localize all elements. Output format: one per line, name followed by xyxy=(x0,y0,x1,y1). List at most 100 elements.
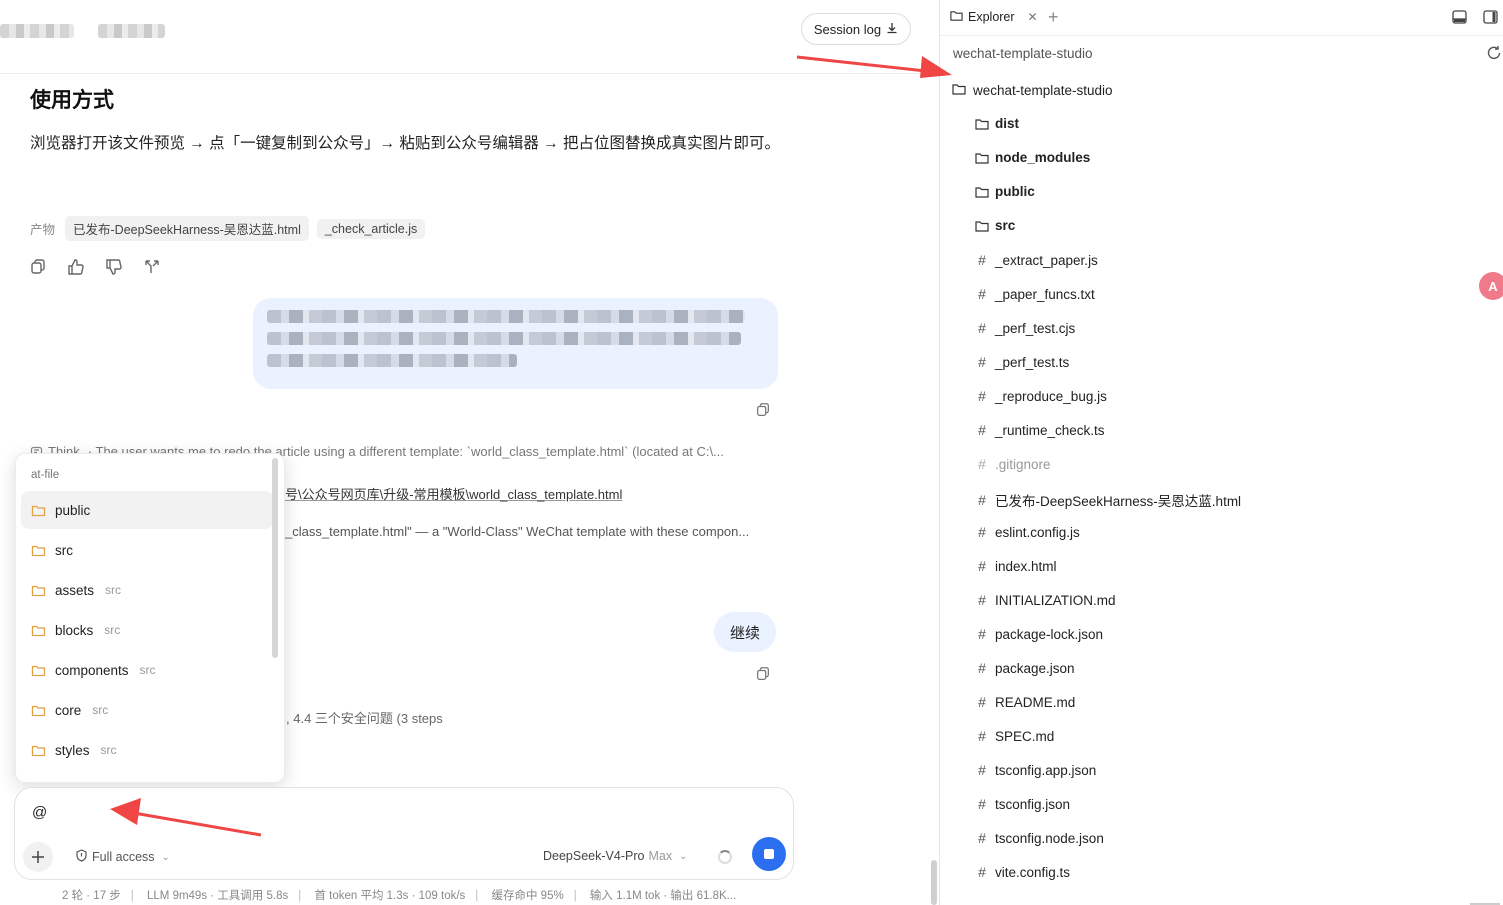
copy-icon[interactable] xyxy=(755,666,771,687)
tree-file[interactable]: # tsconfig.app.json xyxy=(975,762,1096,778)
at-file-item-assets[interactable]: assets src xyxy=(21,571,273,609)
tree-file[interactable]: # _paper_funcs.txt xyxy=(975,286,1095,302)
model-selector[interactable]: DeepSeek-V4-Pro Max ⌄ xyxy=(543,849,687,863)
redacted-subtitle xyxy=(98,24,165,38)
chevron-down-icon: ⌄ xyxy=(679,850,688,862)
file-hash-icon: # xyxy=(978,592,986,608)
session-log-button[interactable]: Session log xyxy=(801,13,911,45)
at-file-item-parent: src xyxy=(139,663,156,677)
tree-file[interactable]: # INITIALIZATION.md xyxy=(975,592,1115,608)
panel-right-icon[interactable] xyxy=(1483,10,1498,24)
at-file-item-public[interactable]: public xyxy=(21,491,273,529)
file-hash-icon: # xyxy=(978,626,986,642)
tree-file[interactable]: # package-lock.json xyxy=(975,626,1103,642)
at-file-item-core[interactable]: core src xyxy=(21,691,273,729)
translate-badge-icon[interactable]: A xyxy=(1479,272,1503,300)
session-log-label: Session log xyxy=(813,21,882,37)
tree-file-label: README.md xyxy=(995,694,1076,710)
access-selector[interactable]: Full access ⌄ xyxy=(75,849,170,865)
status-cache: 缓存命中 95% xyxy=(491,890,564,902)
tree-file[interactable]: # _perf_test.cjs xyxy=(975,320,1075,336)
artifacts-row: 产物 已发布-DeepSeekHarness-吴恩达蓝.html _check_… xyxy=(30,216,426,241)
tree-file[interactable]: # vite.config.ts xyxy=(975,864,1070,880)
tree-file[interactable]: # _perf_test.ts xyxy=(975,354,1069,370)
tree-file-label: 已发布-DeepSeekHarness-吴恩达蓝.html xyxy=(995,494,1242,509)
refresh-icon[interactable] xyxy=(1486,45,1502,61)
tab-explorer[interactable]: Explorer ✕ xyxy=(950,9,1038,25)
file-hash-icon: # xyxy=(978,388,986,404)
template-description: _class_template.html" — a "World-Class" … xyxy=(285,524,750,539)
tree-file-label: package.json xyxy=(995,660,1075,676)
message-actions xyxy=(29,258,161,276)
tree-folder-node_modules[interactable]: node_modules xyxy=(975,150,1090,165)
folder-icon xyxy=(31,743,46,758)
status-llm: LLM 9m49s · 工具调用 5.8s xyxy=(147,890,289,902)
at-file-item-blocks[interactable]: blocks src xyxy=(21,611,273,649)
tree-file[interactable]: # tsconfig.node.json xyxy=(975,830,1104,846)
popup-scrollbar[interactable] xyxy=(272,458,278,658)
at-file-item-styles[interactable]: styles src xyxy=(21,731,273,769)
tree-file[interactable]: # tsconfig.json xyxy=(975,796,1070,812)
copy-icon[interactable] xyxy=(29,258,47,276)
thumbs-up-icon[interactable] xyxy=(67,258,85,276)
tree-file[interactable]: # _extract_paper.js xyxy=(975,252,1098,268)
chat-header: Session log xyxy=(0,0,938,74)
folder-icon xyxy=(31,703,46,718)
at-file-item-name: public xyxy=(55,502,91,518)
tree-file-label: _paper_funcs.txt xyxy=(995,286,1095,302)
status-io: 输入 1.1M tok · 输出 61.8K... xyxy=(589,890,737,902)
at-file-item-name: components xyxy=(55,662,129,678)
tree-file[interactable]: # index.html xyxy=(975,558,1056,574)
tree-file[interactable]: # _reproduce_bug.js xyxy=(975,388,1107,404)
tree-folder-dist[interactable]: dist xyxy=(975,116,1019,131)
tree-file[interactable]: # .gitignore xyxy=(975,456,1050,472)
tree-folder-public[interactable]: public xyxy=(975,184,1035,199)
stop-button[interactable] xyxy=(752,837,786,871)
tree-file[interactable]: # _runtime_check.ts xyxy=(975,422,1105,438)
tree-root-folder[interactable]: wechat-template-studio xyxy=(952,82,1113,99)
status-token: 首 token 平均 1.3s · 109 tok/s xyxy=(314,890,466,902)
tree-file[interactable]: # README.md xyxy=(975,694,1075,710)
branch-icon[interactable] xyxy=(143,258,161,276)
tree-file[interactable]: # eslint.config.js xyxy=(975,524,1080,540)
shield-icon xyxy=(75,849,88,865)
copy-icon[interactable] xyxy=(755,402,771,423)
close-icon[interactable]: ✕ xyxy=(1028,10,1038,24)
tree-root-label: wechat-template-studio xyxy=(973,83,1113,98)
message-composer[interactable]: @ Full access ⌄ DeepSeek-V4-Pro Max ⌄ xyxy=(14,787,794,880)
folder-icon xyxy=(975,219,989,233)
tree-file[interactable]: # 已发布-DeepSeekHarness-吴恩达蓝.html xyxy=(975,490,1241,510)
tree-file-label: SPEC.md xyxy=(995,728,1055,744)
at-file-item-name: src xyxy=(55,542,73,558)
at-file-item-src[interactable]: src xyxy=(21,531,273,569)
add-tab-icon[interactable]: + xyxy=(1048,8,1059,26)
at-file-item-name: core xyxy=(55,702,82,718)
at-file-item-name: styles xyxy=(55,742,90,758)
tab-label: Explorer xyxy=(968,10,1015,24)
panel-bottom-icon[interactable] xyxy=(1452,10,1467,24)
redacted-line xyxy=(267,310,745,323)
template-path-link[interactable]: 号\公众号网页库\升级-常用模板\world_class_template.ht… xyxy=(285,484,622,503)
add-attachment-button[interactable] xyxy=(23,842,53,872)
artifact-chip[interactable]: 已发布-DeepSeekHarness-吴恩达蓝.html xyxy=(65,216,309,241)
tree-file-label: _perf_test.ts xyxy=(995,354,1070,370)
status-rounds: 2 轮 · 17 步 xyxy=(62,890,121,902)
status-bar: 2 轮 · 17 步 | LLM 9m49s · 工具调用 5.8s | 首 tok… xyxy=(62,890,737,902)
section-heading: 使用方式 xyxy=(30,89,114,112)
file-hash-icon: # xyxy=(978,558,986,574)
explorer-path: wechat-template-studio xyxy=(953,46,1093,61)
folder-icon xyxy=(975,117,989,131)
composer-input[interactable]: @ xyxy=(32,804,47,821)
folder-icon xyxy=(31,503,46,518)
tree-file-label: _runtime_check.ts xyxy=(995,422,1105,438)
tree-folder-label: src xyxy=(995,218,1016,233)
explorer-panel: Explorer ✕ + wechat-template-studio wech… xyxy=(939,0,1503,905)
artifact-chip[interactable]: _check_article.js xyxy=(316,218,426,239)
tree-file[interactable]: # SPEC.md xyxy=(975,728,1054,744)
chat-scrollbar[interactable] xyxy=(931,860,937,905)
thumbs-down-icon[interactable] xyxy=(105,258,123,276)
access-label: Full access xyxy=(92,850,155,864)
at-file-item-components[interactable]: components src xyxy=(21,651,273,689)
tree-file[interactable]: # package.json xyxy=(975,660,1075,676)
tree-folder-src[interactable]: src xyxy=(975,218,1015,233)
